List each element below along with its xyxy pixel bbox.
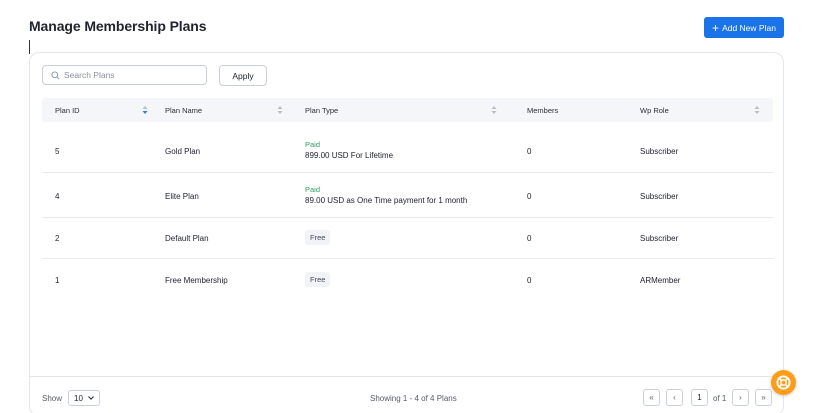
plan-name[interactable]: Free Membership (165, 276, 228, 285)
plan-type: Free (305, 230, 331, 245)
apply-button[interactable]: Apply (219, 65, 267, 86)
text-cursor (29, 40, 30, 54)
page-size-value: 10 (74, 393, 83, 403)
help-button[interactable] (771, 370, 796, 395)
plan-name[interactable]: Default Plan (165, 234, 209, 243)
showing-count: Showing 1 - 4 of 4 Plans (370, 394, 457, 403)
column-header-plan-type[interactable]: Plan Type (305, 98, 338, 122)
plan-name[interactable]: Gold Plan (165, 147, 200, 156)
column-header-members: Members (527, 105, 559, 115)
search-input[interactable] (64, 70, 204, 80)
column-header-plan-name[interactable]: Plan Name (165, 98, 202, 122)
prev-page-button[interactable]: ‹ (666, 389, 683, 406)
next-page-button[interactable]: › (732, 389, 749, 406)
last-page-button[interactable]: » (755, 389, 772, 406)
plan-type-detail: 899.00 USD For Lifetime (305, 151, 394, 160)
plan-name[interactable]: Elite Plan (165, 192, 199, 201)
search-box[interactable] (42, 65, 207, 85)
plan-id: 5 (55, 147, 60, 156)
plan-wp-role: Subscriber (640, 192, 679, 201)
plan-id: 4 (55, 192, 60, 201)
first-page-button[interactable]: « (643, 389, 660, 406)
search-icon (51, 70, 60, 79)
plan-wp-role: Subscriber (640, 147, 679, 156)
plan-members: 0 (527, 276, 532, 285)
table-row[interactable]: 2 Default Plan Free 0 Subscriber (42, 218, 773, 259)
plan-type: Paid 899.00 USD For Lifetime (305, 140, 393, 160)
sort-icon[interactable] (277, 105, 283, 115)
page-size-select[interactable]: 10 (68, 390, 100, 406)
column-header-wp-role[interactable]: Wp Role (640, 98, 669, 122)
add-new-plan-label: Add New Plan (722, 22, 776, 33)
plan-members: 0 (527, 234, 532, 243)
plan-type-label: Paid (305, 185, 321, 194)
page-title: Manage Membership Plans (29, 18, 207, 34)
plan-members: 0 (527, 192, 532, 201)
table-row[interactable]: 1 Free Membership Free 0 ARMember (42, 259, 773, 301)
sort-active-icon[interactable] (142, 105, 148, 115)
plan-type-badge: Free (305, 272, 331, 287)
page-of-label: of 1 (713, 394, 727, 403)
plan-wp-role: Subscriber (640, 234, 679, 243)
plan-id: 1 (55, 276, 60, 285)
sort-icon[interactable] (491, 105, 497, 115)
plan-type-detail: 89.00 USD as One Time payment for 1 mont… (305, 196, 468, 205)
column-header-plan-id[interactable]: Plan ID (55, 98, 80, 122)
sort-icon[interactable] (754, 105, 760, 115)
plan-type: Free (305, 272, 331, 287)
plan-type-badge: Free (305, 230, 331, 245)
current-page-input[interactable]: 1 (691, 389, 708, 406)
table-header: Plan ID Plan Name Plan Type Members Wp R… (42, 98, 773, 122)
table-row[interactable]: 4 Elite Plan Paid 89.00 USD as One Time … (42, 173, 773, 218)
add-new-plan-button[interactable]: + Add New Plan (704, 17, 784, 38)
show-label: Show (42, 394, 63, 403)
plan-wp-role: ARMember (640, 276, 681, 285)
lifebuoy-icon (776, 375, 791, 390)
plans-card: Apply Plan ID Plan Name Plan Type Member… (29, 52, 784, 413)
plus-icon: + (712, 20, 720, 35)
table-row[interactable]: 5 Gold Plan Paid 899.00 USD For Lifetime… (42, 127, 773, 173)
plan-members: 0 (527, 147, 532, 156)
plan-type-label: Paid (305, 140, 321, 149)
plan-type: Paid 89.00 USD as One Time payment for 1… (305, 185, 467, 205)
chevron-down-icon (88, 396, 94, 400)
plan-id: 2 (55, 234, 60, 243)
table-footer: Show 10 Showing 1 - 4 of 4 Plans « ‹ 1 o… (30, 376, 783, 413)
